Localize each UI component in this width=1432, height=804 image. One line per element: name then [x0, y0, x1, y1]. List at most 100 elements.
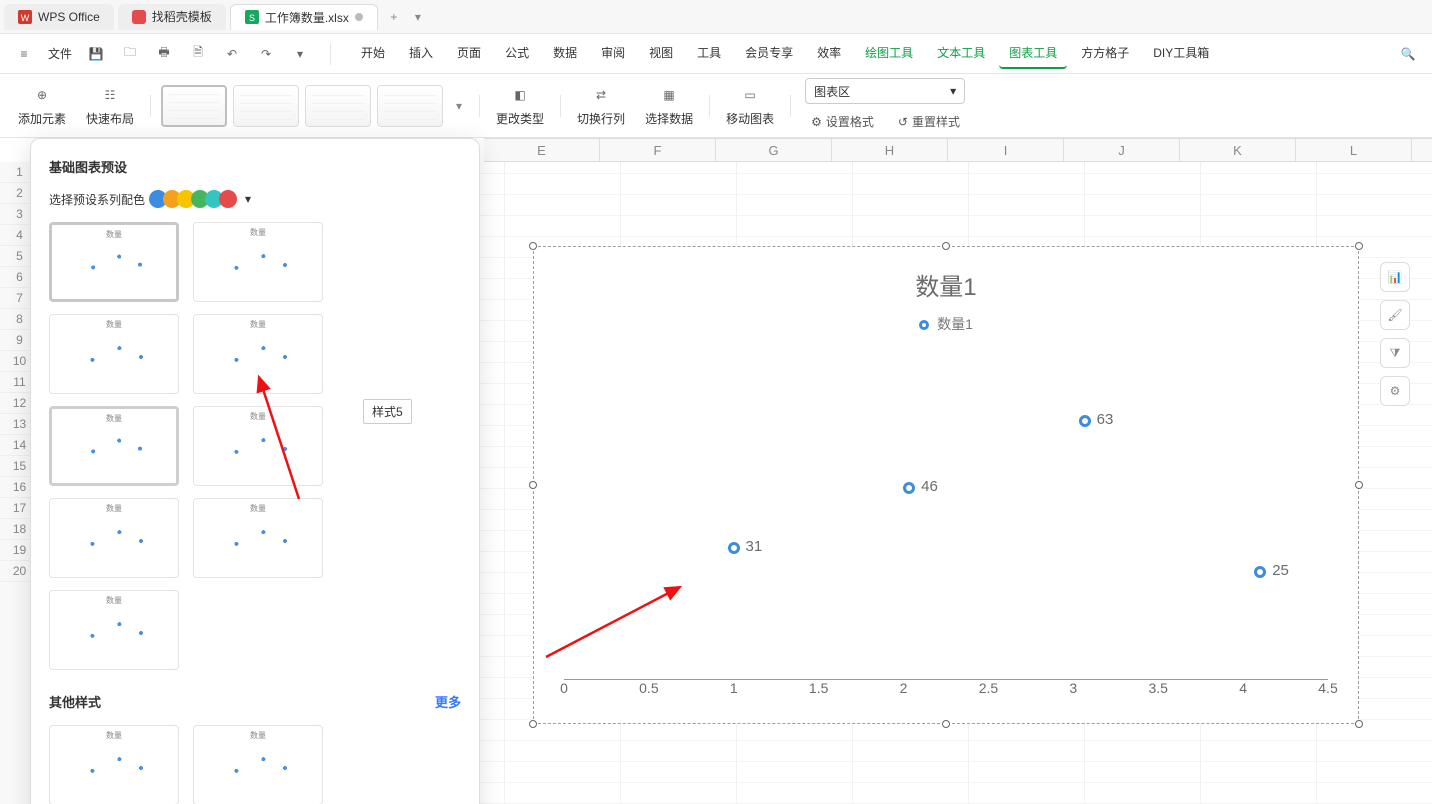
menu-icon[interactable]: ≡ [14, 44, 34, 64]
data-point[interactable] [728, 542, 740, 554]
preset-style-5[interactable] [49, 406, 179, 486]
resize-handle[interactable] [942, 242, 950, 250]
chevron-down-icon[interactable]: ▾ [245, 192, 251, 206]
undo-icon[interactable]: ↶ [222, 44, 242, 64]
chart-filter-button[interactable]: ⧩ [1380, 338, 1410, 368]
tab-dropdown[interactable]: ▾ [406, 5, 430, 29]
col-K[interactable]: K [1180, 139, 1296, 161]
color-row: 选择预设系列配色 ▾ [49, 190, 461, 208]
tab-workbook[interactable]: S 工作簿数量.xlsx [230, 4, 378, 30]
reset-icon: ↺ [898, 115, 908, 129]
chart-object[interactable]: 数量1 数量1 31466325 00.511.522.533.544.5 [533, 246, 1359, 724]
chart-title[interactable]: 数量1 [534, 267, 1358, 302]
add-element-icon: ⊕ [37, 84, 47, 106]
search-icon[interactable]: 🔍 [1398, 44, 1418, 64]
tab-wps[interactable]: W WPS Office [4, 4, 114, 30]
chart-area-select[interactable]: 图表区▾ [805, 78, 965, 104]
chart-style-button[interactable]: 🖌 [1380, 300, 1410, 330]
col-E[interactable]: E [484, 139, 600, 161]
menu-DIY工具箱[interactable]: DIY工具箱 [1143, 38, 1219, 69]
preset-style-8[interactable] [193, 498, 323, 578]
menu-开始[interactable]: 开始 [351, 38, 395, 69]
chart-settings-button[interactable]: ⚙ [1380, 376, 1410, 406]
menu-会员专享[interactable]: 会员专享 [735, 38, 803, 69]
resize-handle[interactable] [529, 720, 537, 728]
menu-文本工具[interactable]: 文本工具 [927, 38, 995, 69]
new-tab-button[interactable]: + [382, 5, 406, 29]
folder-icon[interactable]: 🗀 [120, 44, 140, 64]
style-tooltip: 样式5 [363, 399, 412, 424]
separator [790, 95, 791, 117]
col-J[interactable]: J [1064, 139, 1180, 161]
preset-style-1[interactable] [49, 222, 179, 302]
change-type-icon: ◧ [514, 84, 525, 106]
sheet-icon: S [245, 10, 259, 24]
label: 移动图表 [726, 110, 774, 127]
preset-style-9[interactable] [49, 590, 179, 670]
change-type-button[interactable]: ◧更改类型 [486, 78, 554, 134]
more-styles-button[interactable]: ▾ [449, 85, 469, 127]
chart-elements-button[interactable]: 📊 [1380, 262, 1410, 292]
resize-handle[interactable] [529, 242, 537, 250]
add-element-button[interactable]: ⊕添加元素 [8, 78, 76, 134]
preview-icon[interactable]: 🗎 [188, 44, 208, 64]
set-format-button[interactable]: ⚙设置格式 [805, 110, 880, 133]
select-data-button[interactable]: ▦选择数据 [635, 78, 703, 134]
resize-handle[interactable] [1355, 720, 1363, 728]
resize-handle[interactable] [1355, 481, 1363, 489]
print-icon[interactable]: 🖶 [154, 44, 174, 64]
menu-插入[interactable]: 插入 [399, 38, 443, 69]
menu-方方格子[interactable]: 方方格子 [1071, 38, 1139, 69]
tab-template[interactable]: 找稻壳模板 [118, 4, 226, 30]
quick-layout-button[interactable]: ☷快速布局 [76, 78, 144, 134]
tab-label: 工作簿数量.xlsx [265, 9, 349, 26]
menu-绘图工具[interactable]: 绘图工具 [855, 38, 923, 69]
switch-rowcol-button[interactable]: ⇄切换行列 [567, 78, 635, 134]
menu-公式[interactable]: 公式 [495, 38, 539, 69]
chart-legend[interactable]: 数量1 [534, 314, 1358, 334]
preset-style-7[interactable] [49, 498, 179, 578]
chevron-down-icon: ▾ [950, 84, 956, 98]
preset-other-1[interactable] [49, 725, 179, 804]
resize-handle[interactable] [1355, 242, 1363, 250]
column-headers: EFGHIJKL [484, 138, 1432, 162]
col-I[interactable]: I [948, 139, 1064, 161]
menu-审阅[interactable]: 审阅 [591, 38, 635, 69]
dropdown-icon[interactable]: ▾ [290, 44, 310, 64]
style-thumb-2[interactable] [233, 85, 299, 127]
menu-图表工具[interactable]: 图表工具 [999, 38, 1067, 69]
col-G[interactable]: G [716, 139, 832, 161]
preset-other-2[interactable] [193, 725, 323, 804]
col-F[interactable]: F [600, 139, 716, 161]
move-chart-button[interactable]: ▭移动图表 [716, 78, 784, 134]
style-thumb-3[interactable] [305, 85, 371, 127]
menu-工具[interactable]: 工具 [687, 38, 731, 69]
palette-color[interactable] [219, 190, 237, 208]
more-styles-link[interactable]: 更多 [435, 692, 461, 711]
preset-style-6[interactable] [193, 406, 323, 486]
reset-style-button[interactable]: ↺重置样式 [892, 110, 966, 133]
data-point[interactable] [1254, 566, 1266, 578]
preset-style-3[interactable] [49, 314, 179, 394]
layout-icon: ☷ [105, 84, 116, 106]
redo-icon[interactable]: ↷ [256, 44, 276, 64]
menu-页面[interactable]: 页面 [447, 38, 491, 69]
resize-handle[interactable] [942, 720, 950, 728]
col-H[interactable]: H [832, 139, 948, 161]
col-L[interactable]: L [1296, 139, 1412, 161]
style-thumb-4[interactable] [377, 85, 443, 127]
save-icon[interactable]: 💾 [86, 44, 106, 64]
data-label: 31 [746, 538, 763, 555]
data-point[interactable] [1079, 415, 1091, 427]
x-axis[interactable]: 00.511.522.533.544.5 [564, 679, 1328, 701]
menu-效率[interactable]: 效率 [807, 38, 851, 69]
preset-style-4[interactable] [193, 314, 323, 394]
menu-数据[interactable]: 数据 [543, 38, 587, 69]
style-thumb-1[interactable] [161, 85, 227, 127]
file-menu[interactable]: 文件 [48, 45, 72, 62]
menu-视图[interactable]: 视图 [639, 38, 683, 69]
preset-style-2[interactable] [193, 222, 323, 302]
data-point[interactable] [903, 482, 915, 494]
color-palette[interactable] [153, 190, 237, 208]
resize-handle[interactable] [529, 481, 537, 489]
